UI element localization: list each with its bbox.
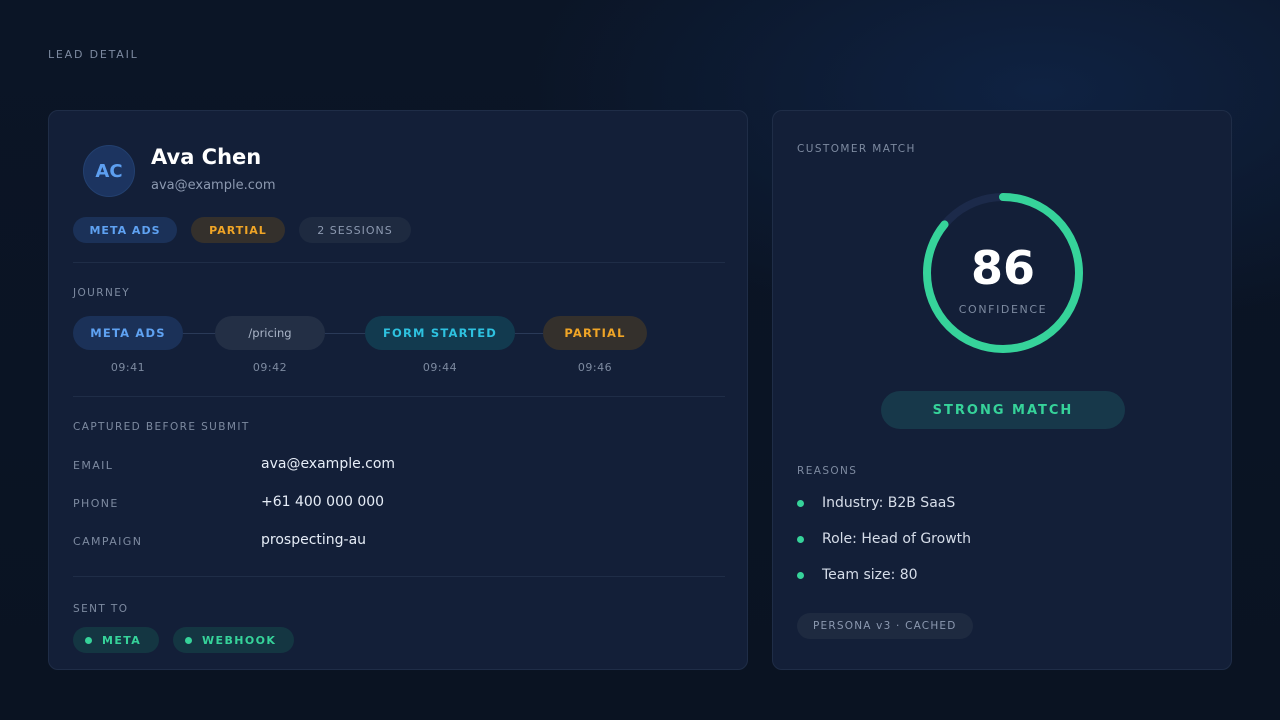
avatar: AC bbox=[83, 145, 135, 197]
persona-tag: PERSONA v3 · CACHED bbox=[797, 613, 973, 639]
journey-time: 09:42 bbox=[252, 361, 288, 374]
divider bbox=[73, 396, 725, 397]
field-value-email: ava@example.com bbox=[261, 456, 396, 472]
field-value-phone: +61 400 000 000 bbox=[261, 494, 385, 510]
lead-name: Ava Chen bbox=[151, 145, 262, 169]
lead-email: ava@example.com bbox=[151, 178, 276, 193]
reason-item: Role: Head of Growth bbox=[797, 531, 971, 547]
journey-step-meta-ads: META ADS bbox=[73, 316, 183, 350]
bullet-dot-icon bbox=[797, 571, 804, 579]
journey-time: 09:46 bbox=[577, 361, 613, 374]
confidence-caption: CONFIDENCE bbox=[958, 303, 1048, 316]
status-dot-icon bbox=[185, 636, 192, 644]
captured-label: CAPTURED BEFORE SUBMIT bbox=[73, 421, 250, 433]
page-label: LEAD DETAIL bbox=[48, 48, 139, 61]
journey-label: JOURNEY bbox=[73, 287, 131, 299]
divider bbox=[73, 576, 725, 577]
reason-text: Role: Head of Growth bbox=[822, 531, 972, 547]
lead-card: AC Ava Chen ava@example.com META ADS PAR… bbox=[48, 110, 748, 670]
journey-step-partial: PARTIAL bbox=[543, 316, 647, 350]
reason-item: Team size: 80 bbox=[797, 567, 918, 583]
reason-item: Industry: B2B SaaS bbox=[797, 495, 955, 511]
divider bbox=[73, 262, 725, 263]
destination-meta: META bbox=[73, 627, 160, 653]
match-status-badge: STRONG MATCH bbox=[881, 391, 1125, 429]
reason-text: Team size: 80 bbox=[822, 567, 918, 583]
journey-step-pricing: /pricing bbox=[215, 316, 325, 350]
sessions-tag: 2 SESSIONS bbox=[299, 217, 411, 243]
destination-label: META bbox=[102, 633, 142, 647]
customer-match-label: CUSTOMER MATCH bbox=[797, 143, 916, 155]
journey-step-form-started: FORM STARTED bbox=[365, 316, 515, 350]
status-dot-icon bbox=[85, 636, 92, 644]
field-label-phone: PHONE bbox=[73, 497, 119, 510]
field-value-campaign: prospecting-au bbox=[261, 532, 367, 548]
field-label-email: EMAIL bbox=[73, 459, 114, 472]
destination-label: WEBHOOK bbox=[202, 633, 277, 647]
journey-time: 09:41 bbox=[110, 361, 146, 374]
confidence-ring: 86 bbox=[919, 189, 1087, 357]
customer-match-card: CUSTOMER MATCH 86 CONFIDENCE STRONG MATC… bbox=[772, 110, 1232, 670]
field-label-campaign: CAMPAIGN bbox=[73, 535, 143, 548]
status-tag: PARTIAL bbox=[191, 217, 285, 243]
destination-webhook: WEBHOOK bbox=[173, 627, 295, 653]
bullet-dot-icon bbox=[797, 535, 804, 543]
source-tag: META ADS bbox=[73, 217, 177, 243]
sent-to-label: SENT TO bbox=[73, 603, 129, 615]
bullet-dot-icon bbox=[797, 499, 804, 507]
journey-time: 09:44 bbox=[422, 361, 458, 374]
reason-text: Industry: B2B SaaS bbox=[822, 495, 956, 511]
reasons-label: REASONS bbox=[797, 465, 858, 477]
confidence-value: 86 bbox=[970, 241, 1035, 295]
